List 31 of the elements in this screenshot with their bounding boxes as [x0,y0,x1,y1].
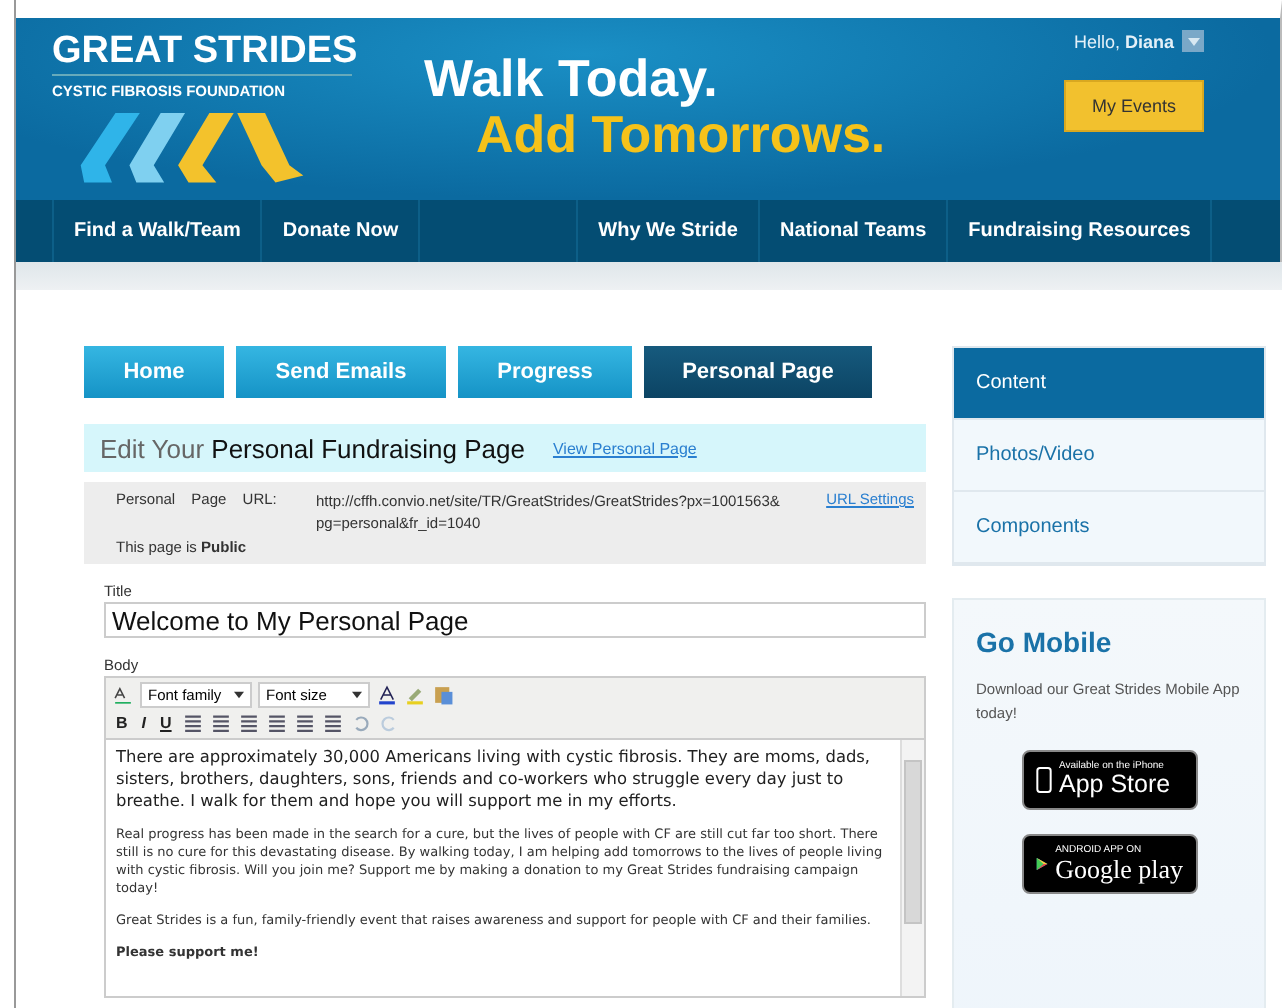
view-page-link[interactable]: View Personal Page [552,439,697,457]
tagline: Add Tomorrows. [476,106,886,162]
paste-icon[interactable] [432,684,454,706]
align-icon[interactable] [209,712,232,734]
panel-title: Go Mobile [976,626,1112,658]
caret-icon [1185,33,1201,49]
page-tab[interactable]: Personal Page [644,346,872,398]
side-menu-item[interactable]: Content [954,348,1264,420]
title-input[interactable]: Welcome to My Personal Page [104,602,926,638]
spellcheck-icon[interactable] [112,684,134,706]
tagline: Walk Today. [424,50,720,106]
text-color-icon[interactable] [376,684,398,706]
format-button[interactable]: I [137,714,151,732]
my-events-button[interactable]: My Events [1063,80,1204,132]
format-button[interactable]: B [112,714,132,732]
align-icon[interactable] [181,712,204,734]
scrollbar[interactable] [900,740,924,996]
caret-icon [234,690,244,700]
align-icon[interactable] [321,712,344,734]
phone-icon [1035,764,1051,796]
align-icon[interactable] [237,712,260,734]
page-heading: Edit Your Personal Fundraising Page [100,433,525,463]
format-button[interactable]: U [156,714,176,732]
caret-icon [352,690,362,700]
greeting-text: Hello, Diana [1073,31,1174,51]
side-menu-item[interactable]: Components [954,492,1264,564]
align-icon[interactable] [265,712,288,734]
body-paragraph: There are approximately 30,000 Americans living with cystic fibrosis. They are moms, dads, sisters, brothers, daughters, sons, friends and co-workers who struggle every day just to breathe. I walk for them and hope you will support me in my efforts. [116,746,873,812]
align-icon[interactable] [293,712,316,734]
side-menu-item[interactable]: Photos/Video [954,420,1264,492]
logo-title: GREAT STRIDES [52,32,352,72]
